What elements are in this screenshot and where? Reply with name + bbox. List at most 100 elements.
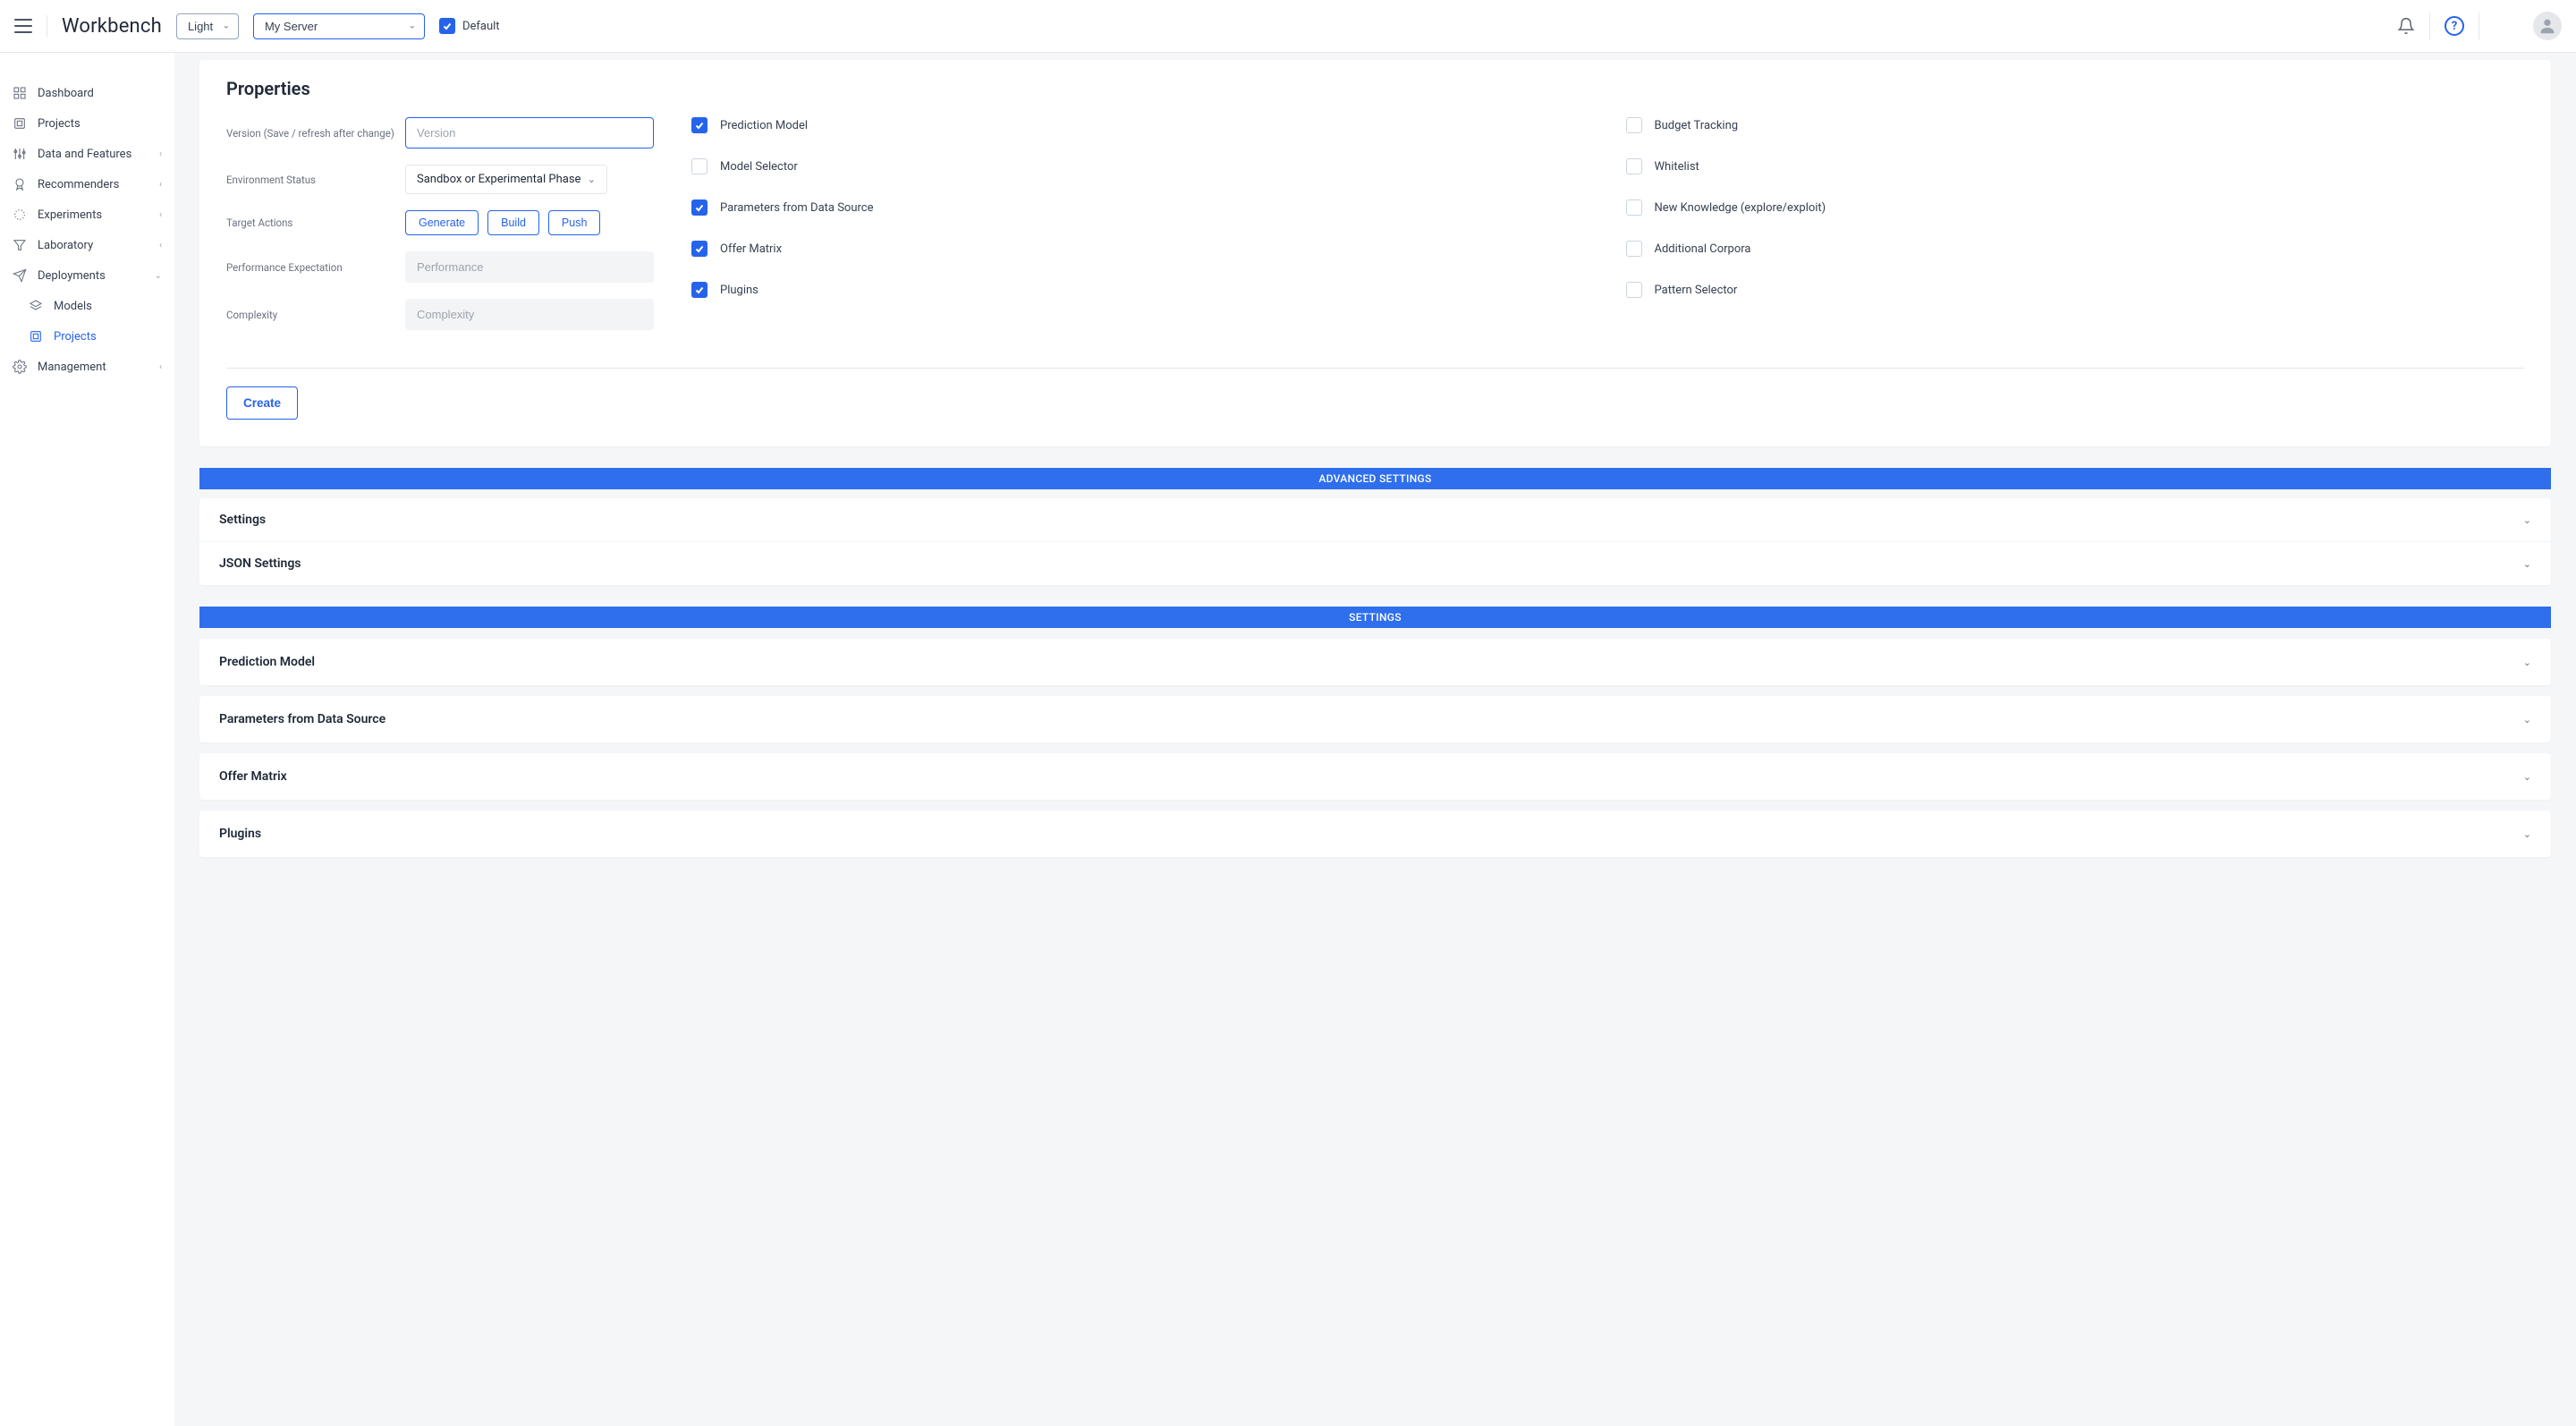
complexity-label: Complexity [226, 309, 405, 321]
checkbox-label: Plugins [720, 284, 758, 297]
sidebar-subitem-projects[interactable]: Projects [0, 321, 174, 352]
checkbox[interactable] [691, 158, 708, 174]
ribbon-icon [13, 177, 27, 191]
sidebar-item-projects[interactable]: Projects [0, 108, 174, 139]
checkbox-label: Parameters from Data Source [720, 201, 873, 215]
accordion-title: Parameters from Data Source [219, 712, 386, 726]
sliders-icon [13, 147, 27, 161]
top-bar: Workbench Light ⌄ My Server ⌄ Default ? [0, 0, 2576, 53]
chevron-left-icon: ‹ [159, 180, 162, 190]
accordion-settings[interactable]: Settings ⌄ [199, 498, 2551, 542]
checkbox-label: New Knowledge (explore/exploit) [1655, 201, 1826, 215]
accordion-title: JSON Settings [219, 556, 301, 571]
bell-icon[interactable] [2397, 17, 2415, 35]
checkbox-row-plugins: Plugins [691, 282, 1590, 298]
sidebar-item-label: Projects [54, 330, 97, 344]
filter-icon [13, 238, 27, 252]
sidebar-item-laboratory[interactable]: Laboratory ‹ [0, 230, 174, 260]
sidebar-item-label: Data and Features [38, 148, 131, 161]
checkbox[interactable] [1626, 241, 1642, 257]
checkbox-label: Budget Tracking [1655, 119, 1739, 132]
sidebar-item-label: Management [38, 361, 106, 374]
chevron-left-icon: ‹ [159, 241, 162, 250]
checkbox[interactable] [1626, 199, 1642, 216]
env-status-label: Environment Status [226, 174, 405, 186]
accordion-plugins[interactable]: Plugins ⌄ [199, 811, 2551, 857]
accordion-title: Plugins [219, 827, 261, 841]
gear-icon [13, 360, 27, 374]
sidebar-subitem-models[interactable]: Models [0, 291, 174, 321]
sidebar-item-label: Laboratory [38, 239, 93, 252]
checkbox-label: Pattern Selector [1655, 284, 1738, 297]
chevron-down-icon: ⌄ [2523, 828, 2531, 840]
accordion-offer-matrix[interactable]: Offer Matrix⌄ [199, 753, 2551, 800]
sidebar-item-dashboard[interactable]: Dashboard [0, 78, 174, 108]
sidebar-item-label: Recommenders [38, 178, 119, 191]
user-avatar[interactable] [2533, 12, 2562, 40]
chevron-down-icon: ⌄ [2523, 558, 2531, 570]
advanced-settings-bar: ADVANCED SETTINGS [199, 468, 2551, 489]
complexity-input[interactable] [405, 299, 654, 330]
sidebar-item-management[interactable]: Management ‹ [0, 352, 174, 382]
version-label: Version (Save / refresh after change) [226, 127, 405, 140]
send-icon [13, 268, 27, 283]
target-actions-label: Target Actions [226, 216, 405, 229]
chevron-down-icon: ⌄ [2523, 714, 2531, 726]
accordion-parameters-from-data-source[interactable]: Parameters from Data Source ⌄ [199, 696, 2551, 743]
sidebar-item-label: Models [54, 300, 92, 313]
main-content: Properties Version (Save / refresh after… [174, 53, 2576, 1426]
chevron-left-icon: ‹ [159, 210, 162, 220]
checkbox[interactable] [691, 282, 708, 298]
default-checkbox[interactable] [439, 18, 455, 34]
chevron-down-icon: ⌄ [155, 271, 162, 281]
accordion-title: Offer Matrix [219, 769, 287, 784]
version-input[interactable] [405, 117, 654, 149]
checkbox-row-model-selector: Model Selector [691, 158, 1590, 174]
accordion-prediction-model[interactable]: Prediction Model⌄ [199, 639, 2551, 685]
chevron-down-icon: ⌄ [2523, 514, 2531, 526]
push-button[interactable]: Push [548, 210, 601, 235]
sidebar-item-data-and-features[interactable]: Data and Features ‹ [0, 139, 174, 169]
chevron-left-icon: ‹ [159, 149, 162, 159]
checkbox-row-additional-corpora: Additional Corpora [1626, 241, 2525, 257]
accordion-title: Settings [219, 513, 266, 527]
help-icon[interactable]: ? [2445, 16, 2464, 36]
env-status-select[interactable]: Sandbox or Experimental Phase ⌄ [405, 165, 607, 194]
chevron-left-icon: ‹ [159, 362, 162, 372]
theme-select[interactable]: Light ⌄ [176, 13, 239, 39]
sidebar-item-label: Deployments [38, 269, 106, 283]
create-button[interactable]: Create [226, 386, 298, 420]
checkbox-row-new-knowledge-explore-exploit-: New Knowledge (explore/exploit) [1626, 199, 2525, 216]
sidebar-item-deployments[interactable]: Deployments ⌄ [0, 260, 174, 291]
server-select[interactable]: My Server ⌄ [253, 13, 425, 39]
sidebar-item-recommenders[interactable]: Recommenders ‹ [0, 169, 174, 199]
grid-icon [13, 86, 27, 100]
checkbox-label: Prediction Model [720, 119, 808, 132]
chevron-down-icon: ⌄ [588, 174, 596, 185]
checkbox-row-budget-tracking: Budget Tracking [1626, 117, 2525, 133]
sidebar-item-label: Experiments [38, 208, 102, 222]
projects-icon [29, 329, 43, 344]
checkbox[interactable] [691, 199, 708, 216]
menu-toggle-icon[interactable] [14, 19, 32, 33]
models-icon [29, 299, 43, 313]
sidebar-item-label: Dashboard [38, 87, 94, 100]
checkbox-row-offer-matrix: Offer Matrix [691, 241, 1590, 257]
checkbox[interactable] [1626, 282, 1642, 298]
accordion-json-settings[interactable]: JSON Settings ⌄ [199, 542, 2551, 585]
chevron-down-icon: ⌄ [2523, 657, 2531, 668]
checkbox[interactable] [1626, 158, 1642, 174]
sidebar-item-label: Projects [38, 117, 80, 131]
settings-bar: SETTINGS [199, 607, 2551, 628]
build-button[interactable]: Build [487, 210, 539, 235]
sidebar-item-experiments[interactable]: Experiments ‹ [0, 199, 174, 230]
properties-card: Properties Version (Save / refresh after… [199, 60, 2551, 446]
checkbox-label: Offer Matrix [720, 242, 782, 256]
checkbox[interactable] [1626, 117, 1642, 133]
performance-input[interactable] [405, 251, 654, 283]
generate-button[interactable]: Generate [405, 210, 479, 235]
app-title: Workbench [62, 15, 162, 38]
checkbox[interactable] [691, 241, 708, 257]
checkbox[interactable] [691, 117, 708, 133]
checkbox-label: Additional Corpora [1655, 242, 1751, 256]
